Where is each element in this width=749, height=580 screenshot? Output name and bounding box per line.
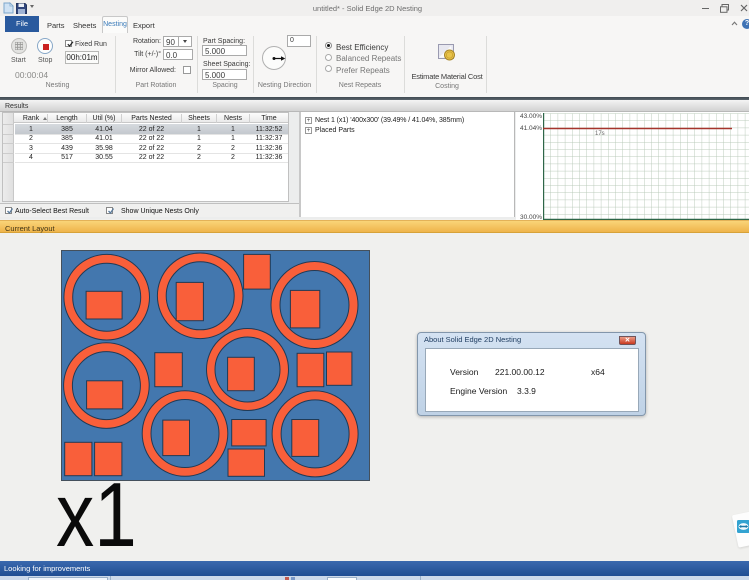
svg-text:17s: 17s — [595, 131, 605, 137]
